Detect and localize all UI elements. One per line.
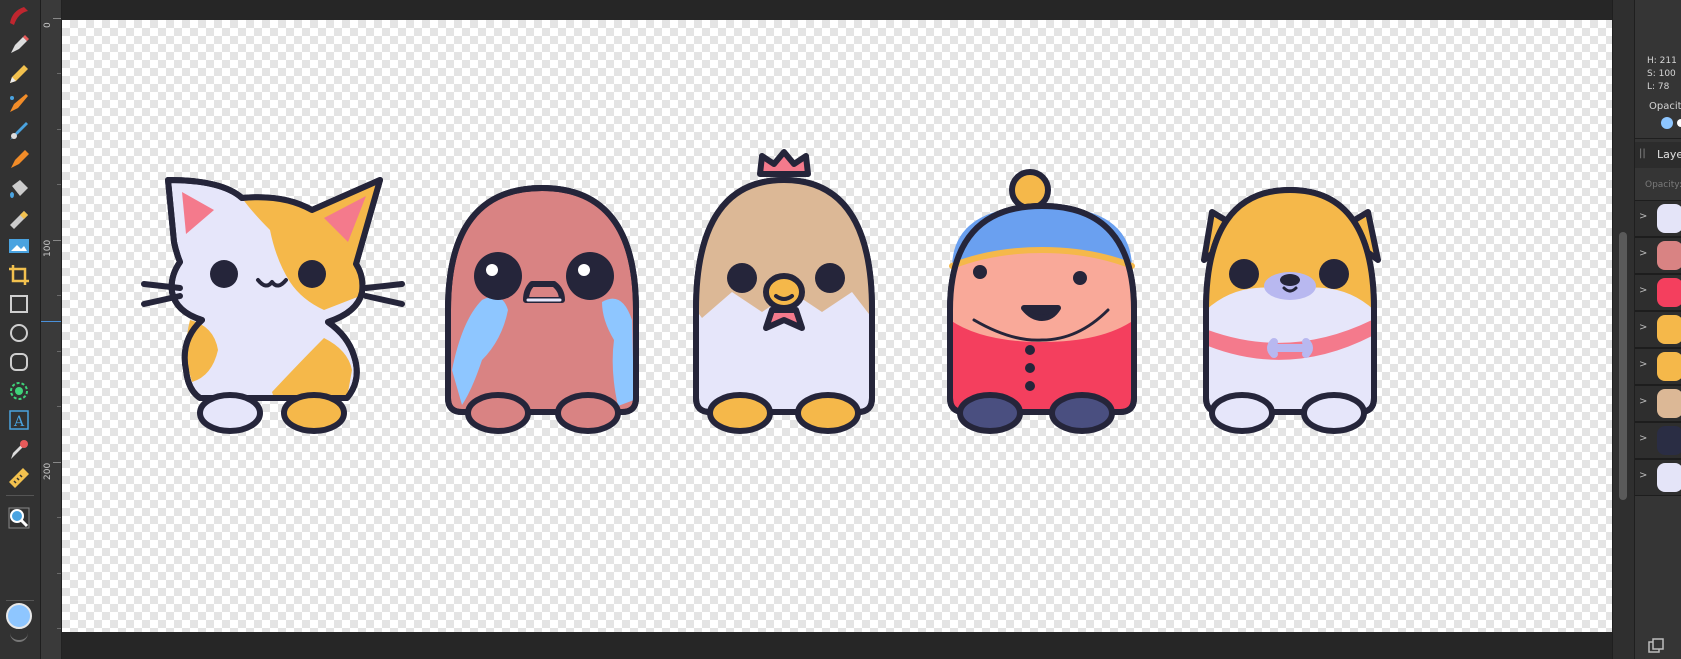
- fill-tool-icon[interactable]: [6, 176, 32, 202]
- layer-row[interactable]: >: [1635, 348, 1681, 385]
- layers-panel-title[interactable]: Layers: [1657, 148, 1681, 161]
- panel-divider: [1635, 138, 1681, 139]
- secondary-color-swatch[interactable]: [1677, 119, 1681, 127]
- layer-thumbnail[interactable]: [1657, 352, 1681, 381]
- layer-thumbnail[interactable]: [1657, 315, 1681, 344]
- layer-row[interactable]: >: [1635, 274, 1681, 311]
- layer-thumbnail[interactable]: [1657, 463, 1681, 492]
- expand-layer-icon[interactable]: >: [1639, 248, 1647, 259]
- ellipse-tool-icon[interactable]: [6, 320, 32, 346]
- hue-value: H: 211: [1647, 56, 1677, 66]
- primary-color-swatch[interactable]: [1661, 117, 1673, 129]
- right-panel: H: 211 S: 100 L: 78 Opacity || Layers Op…: [1634, 0, 1681, 659]
- layer-thumbnail[interactable]: [1657, 204, 1681, 233]
- ruler-label: 0: [43, 22, 53, 28]
- scrollbar-thumb[interactable]: [1619, 232, 1627, 500]
- ruler-label: 200: [43, 462, 53, 480]
- selection-brush-tool-icon[interactable]: [6, 378, 32, 404]
- expand-layer-icon[interactable]: >: [1639, 359, 1647, 370]
- artwork[interactable]: [62, 20, 1612, 632]
- pixel-tool-icon[interactable]: [6, 147, 32, 173]
- layer-row[interactable]: >: [1635, 237, 1681, 274]
- expand-layer-icon[interactable]: >: [1639, 285, 1647, 296]
- panel-grip-icon[interactable]: ||: [1639, 148, 1646, 159]
- ruler-label: 100: [43, 239, 53, 257]
- rectangle-tool-icon[interactable]: [6, 291, 32, 317]
- gradient-tool-icon[interactable]: [6, 205, 32, 231]
- measure-tool-icon[interactable]: [6, 465, 32, 491]
- artistic-text-tool-icon[interactable]: A: [6, 407, 32, 433]
- toolbox-separator: [6, 495, 34, 496]
- expand-layer-icon[interactable]: >: [1639, 322, 1647, 333]
- pencil-tool-icon[interactable]: [6, 61, 32, 87]
- canvas-top-margin: [62, 0, 1612, 20]
- zoom-tool-icon[interactable]: [6, 505, 32, 531]
- layer-thumbnail[interactable]: [1657, 389, 1681, 418]
- vector-brush-tool-icon[interactable]: [6, 90, 32, 116]
- paint-brush-tool-icon[interactable]: [6, 118, 32, 144]
- layer-row[interactable]: >: [1635, 459, 1681, 496]
- vertical-scrollbar[interactable]: [1612, 0, 1635, 659]
- expand-layer-icon[interactable]: >: [1639, 396, 1647, 407]
- toolbox: A: [0, 0, 41, 659]
- layer-row[interactable]: >: [1635, 200, 1681, 237]
- swap-colors-icon[interactable]: [10, 632, 28, 642]
- cat-character[interactable]: [141, 177, 405, 434]
- expand-layer-icon[interactable]: >: [1639, 433, 1647, 444]
- place-image-tool-icon[interactable]: [6, 233, 32, 259]
- copy-icon[interactable]: [1648, 638, 1664, 654]
- primary-color-well[interactable]: [6, 603, 32, 629]
- layers-panel-header[interactable]: || Layers: [1635, 142, 1681, 168]
- vertical-ruler: 0 100 200: [41, 0, 62, 659]
- color-opacity-label: Opacity: [1649, 101, 1681, 112]
- ruler-cursor-marker: [41, 321, 61, 322]
- pen-tool-icon[interactable]: [6, 32, 32, 58]
- chicken-character[interactable]: [693, 149, 875, 434]
- lightness-value: L: 78: [1647, 82, 1670, 92]
- layer-row[interactable]: >: [1635, 422, 1681, 459]
- canvas-bottom-margin: [62, 632, 1612, 659]
- layer-row[interactable]: >: [1635, 311, 1681, 348]
- document-canvas[interactable]: [62, 20, 1612, 632]
- rounded-rectangle-tool-icon[interactable]: [6, 349, 32, 375]
- toolbox-separator: [6, 600, 34, 601]
- layer-thumbnail[interactable]: [1657, 426, 1681, 455]
- crying-character[interactable]: [445, 185, 639, 434]
- crop-tool-icon[interactable]: [6, 262, 32, 288]
- dog-character[interactable]: [1201, 187, 1381, 434]
- color-picker-tool-icon[interactable]: [6, 436, 32, 462]
- svg-text:A: A: [13, 414, 25, 430]
- kid-character[interactable]: [947, 169, 1137, 434]
- layer-row[interactable]: >: [1635, 385, 1681, 422]
- layer-opacity-label: Opacity:: [1645, 180, 1681, 190]
- layer-thumbnail[interactable]: [1657, 278, 1681, 307]
- layer-thumbnail[interactable]: [1657, 241, 1681, 270]
- expand-layer-icon[interactable]: >: [1639, 470, 1647, 481]
- brush-tool-icon[interactable]: [6, 3, 32, 29]
- expand-layer-icon[interactable]: >: [1639, 211, 1647, 222]
- saturation-value: S: 100: [1647, 69, 1676, 79]
